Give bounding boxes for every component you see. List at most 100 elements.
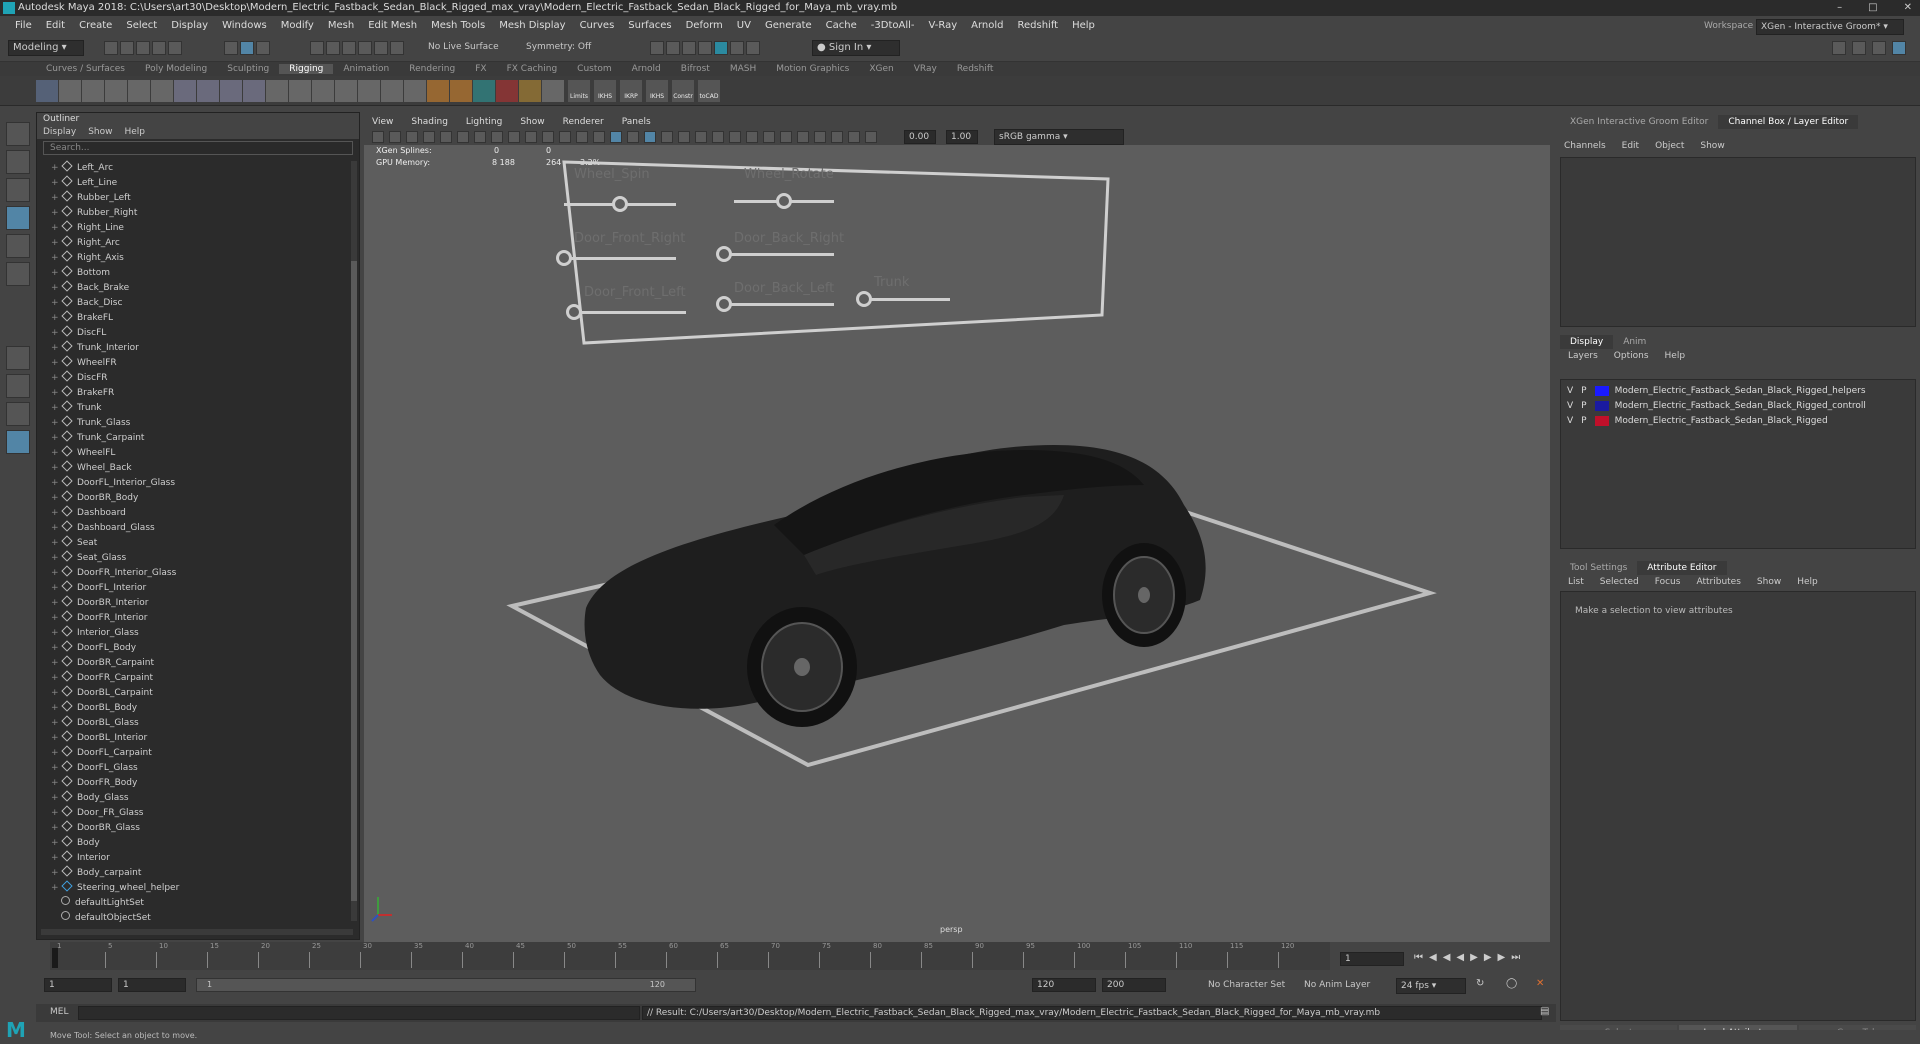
viewport-menu-renderer[interactable]: Renderer	[563, 115, 604, 129]
expand-icon[interactable]: +	[51, 671, 59, 686]
tool-settings-toggle-icon[interactable]	[1872, 41, 1886, 55]
control-slider-track[interactable]	[574, 311, 686, 314]
expand-icon[interactable]: +	[51, 296, 59, 311]
step-forward-frame-icon[interactable]: ▶	[1484, 952, 1492, 966]
outliner-item[interactable]: + DoorFR_Carpaint	[51, 670, 153, 686]
viewport-toolbar-icon[interactable]	[712, 131, 724, 143]
3d-viewport[interactable]: XGen Splines: 0 0 GPU Memory: 8 188 264 …	[364, 145, 1550, 942]
move-tool-icon[interactable]	[6, 206, 30, 230]
orient-constraint-icon[interactable]	[473, 80, 495, 102]
outliner-item[interactable]: + Back_Brake	[51, 280, 129, 296]
options-menu[interactable]: Options	[1614, 349, 1649, 363]
expand-icon[interactable]: +	[51, 446, 59, 461]
undo-icon[interactable]	[152, 41, 166, 55]
menu-cache[interactable]: Cache	[819, 20, 864, 31]
auto-key-icon[interactable]: ◯	[1506, 978, 1517, 989]
shelf-tab-fx-caching[interactable]: FX Caching	[497, 64, 568, 74]
control-slider-track[interactable]	[724, 303, 834, 306]
shelf-tab-fx[interactable]: FX	[465, 64, 496, 74]
menu-mesh-tools[interactable]: Mesh Tools	[424, 20, 492, 31]
viewport-toolbar-icon[interactable]	[814, 131, 826, 143]
expand-icon[interactable]: +	[51, 716, 59, 731]
layer-playback-toggle[interactable]: P	[1581, 386, 1586, 396]
shelf-tab-motion-graphics[interactable]: Motion Graphics	[766, 64, 859, 74]
character-set-label[interactable]: No Character Set	[1208, 980, 1285, 990]
expand-icon[interactable]: +	[51, 821, 59, 836]
viewport-toolbar-icon[interactable]	[423, 131, 435, 143]
outliner-item[interactable]: + Body_carpaint	[51, 865, 141, 881]
shelf-tab-redshift[interactable]: Redshift	[947, 64, 1004, 74]
attr-menu-list[interactable]: List	[1568, 575, 1584, 589]
expand-icon[interactable]: +	[51, 476, 59, 491]
outliner-item[interactable]: + BrakeFR	[51, 385, 114, 401]
expand-icon[interactable]: +	[51, 866, 59, 881]
outliner-menu-show[interactable]: Show	[88, 125, 112, 139]
outliner-item[interactable]: + DoorBL_Body	[51, 700, 137, 716]
lattice-icon[interactable]	[289, 80, 311, 102]
expand-icon[interactable]: +	[51, 641, 59, 656]
play-backwards-icon[interactable]: ◀	[1456, 952, 1464, 966]
paint-weights-icon[interactable]	[220, 80, 242, 102]
menu-windows[interactable]: Windows	[215, 20, 274, 31]
wrap-icon[interactable]	[312, 80, 334, 102]
side-by-side-layout-icon[interactable]	[6, 402, 30, 426]
menu-file[interactable]: File	[8, 20, 39, 31]
scale-constraint-icon[interactable]	[519, 80, 541, 102]
tab-xgen-groom-editor[interactable]: XGen Interactive Groom Editor	[1560, 115, 1718, 129]
expand-icon[interactable]: +	[51, 236, 59, 251]
hypershade-icon[interactable]	[714, 41, 728, 55]
outliner-item[interactable]: + DiscFL	[51, 325, 106, 341]
menu-edit[interactable]: Edit	[39, 20, 72, 31]
expand-icon[interactable]: +	[51, 566, 59, 581]
soft-mod-icon[interactable]	[381, 80, 403, 102]
viewport-toolbar-icon[interactable]	[491, 131, 503, 143]
outliner-item[interactable]: + Dashboard	[51, 505, 126, 521]
channel-box-toggle-icon[interactable]	[1892, 41, 1906, 55]
tab-display-layers[interactable]: Display	[1560, 335, 1614, 349]
expand-icon[interactable]: +	[51, 506, 59, 521]
minimize-icon[interactable]: –	[1837, 0, 1842, 16]
shelf-tab-bifrost[interactable]: Bifrost	[671, 64, 720, 74]
workspace-dropdown[interactable]: XGen - Interactive Groom* ▾	[1756, 19, 1904, 35]
expand-icon[interactable]: +	[51, 581, 59, 596]
shelf-tab-rendering[interactable]: Rendering	[399, 64, 465, 74]
expand-icon[interactable]: +	[51, 191, 59, 206]
outliner-search-input[interactable]: Search...	[43, 141, 353, 155]
attr-menu-help[interactable]: Help	[1797, 575, 1818, 589]
render-sequence-icon[interactable]	[666, 41, 680, 55]
gamma-field[interactable]: 1.00	[946, 130, 978, 144]
expand-icon[interactable]: +	[51, 281, 59, 296]
mel-label[interactable]: MEL	[50, 1007, 68, 1017]
viewport-toolbar-icon[interactable]	[525, 131, 537, 143]
layer-visibility-toggle[interactable]: V	[1567, 401, 1573, 411]
outliner-item[interactable]: + DoorFL_Glass	[51, 760, 138, 776]
outliner-item[interactable]: + Left_Arc	[51, 160, 113, 176]
shelf-tab-animation[interactable]: Animation	[333, 64, 399, 74]
viewport-toolbar-icon[interactable]	[763, 131, 775, 143]
expand-icon[interactable]: +	[51, 326, 59, 341]
outliner-item[interactable]: + DoorFL_Body	[51, 640, 136, 656]
menu-display[interactable]: Display	[164, 20, 215, 31]
expand-icon[interactable]: +	[51, 461, 59, 476]
outliner-item[interactable]: + DoorFL_Carpaint	[51, 745, 152, 761]
layer-name[interactable]: Modern_Electric_Fastback_Sedan_Black_Rig…	[1615, 416, 1828, 426]
layers-menu[interactable]: Layers	[1568, 349, 1598, 363]
anim-prefs-icon[interactable]: ✕	[1536, 978, 1544, 989]
outliner-item[interactable]: + Trunk	[51, 400, 102, 416]
expand-icon[interactable]: +	[51, 266, 59, 281]
outliner-item[interactable]: + Bottom	[51, 265, 110, 281]
expand-icon[interactable]: +	[51, 656, 59, 671]
help-menu[interactable]: Help	[1665, 349, 1686, 363]
viewport-toolbar-icon[interactable]	[457, 131, 469, 143]
layer-name[interactable]: Modern_Electric_Fastback_Sedan_Black_Rig…	[1615, 386, 1866, 396]
shelf-button-ikhs[interactable]: IKHS	[646, 80, 668, 102]
color-space-dropdown[interactable]: sRGB gamma ▾	[994, 129, 1124, 145]
step-back-key-icon[interactable]: ◀	[1429, 952, 1437, 966]
attribute-editor-toggle-icon[interactable]	[1852, 41, 1866, 55]
display-layer-row[interactable]: V P Modern_Electric_Fastback_Sedan_Black_R…	[1567, 414, 1828, 428]
shelf-tab-sculpting[interactable]: Sculpting	[217, 64, 279, 74]
shelf-tab-vray[interactable]: VRay	[904, 64, 947, 74]
exposure-field[interactable]: 0.00	[904, 130, 936, 144]
outliner-item[interactable]: + WheelFL	[51, 445, 115, 461]
viewport-toolbar-icon[interactable]	[695, 131, 707, 143]
